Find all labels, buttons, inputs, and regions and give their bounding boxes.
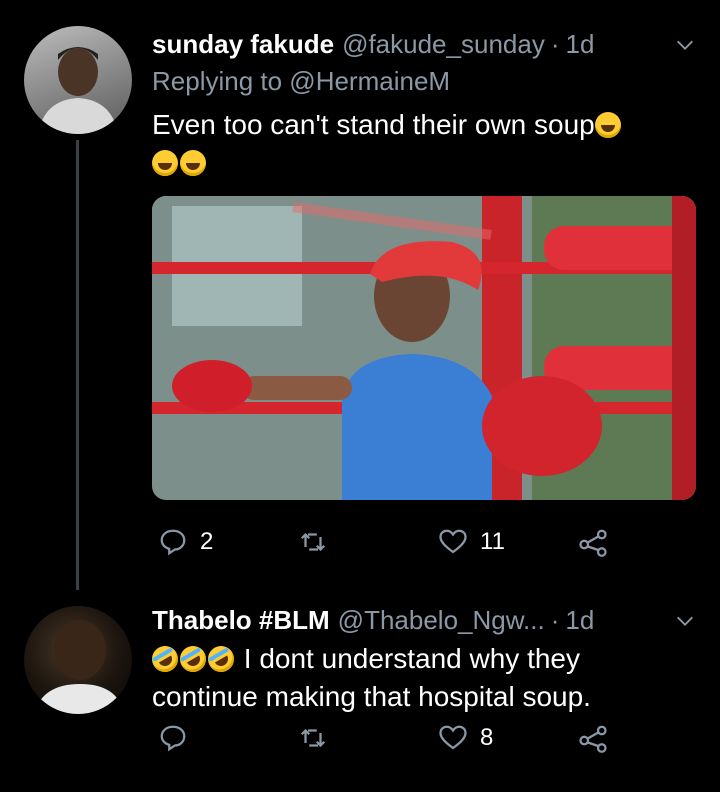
- reply-count: 2: [200, 528, 214, 555]
- share-button[interactable]: [578, 723, 608, 753]
- heart-icon: [439, 725, 467, 750]
- tweet-actions: 2 11: [152, 522, 720, 562]
- like-button[interactable]: 11: [438, 527, 505, 557]
- avatar[interactable]: [24, 606, 132, 714]
- retweet-icon: [300, 728, 326, 748]
- reply-icon: [160, 529, 186, 556]
- tweet-header: Thabelo #BLM @Thabelo_Ngw... · 1d: [152, 602, 720, 638]
- timestamp[interactable]: 1d: [565, 605, 594, 636]
- tweet-2[interactable]: Thabelo #BLM @Thabelo_Ngw... · 1d I dont…: [0, 590, 720, 792]
- reply-button[interactable]: 2: [158, 527, 213, 557]
- reply-button[interactable]: [158, 723, 200, 753]
- grinning-sweat-emoji-icon: [152, 150, 178, 176]
- author-handle[interactable]: @fakude_sunday: [342, 29, 545, 60]
- tweet-text: Even too can't stand their own soup: [152, 106, 672, 182]
- tweet-text: I dont understand why they continue maki…: [147, 640, 672, 716]
- chevron-down-icon[interactable]: [674, 610, 696, 632]
- share-button[interactable]: [578, 527, 608, 557]
- author-handle[interactable]: @Thabelo_Ngw...: [338, 605, 545, 636]
- tweet-image[interactable]: [152, 196, 696, 500]
- like-button[interactable]: 8: [438, 723, 493, 753]
- avatar[interactable]: [24, 26, 132, 134]
- thread-line: [76, 140, 79, 590]
- author-name[interactable]: sunday fakude: [152, 29, 334, 60]
- separator-dot: ·: [550, 28, 560, 59]
- chevron-down-icon[interactable]: [674, 34, 696, 56]
- rofl-emoji-icon: [203, 641, 239, 677]
- tweet-actions: 8: [152, 718, 720, 758]
- grinning-sweat-emoji-icon: [180, 150, 206, 176]
- reply-icon: [160, 725, 186, 752]
- retweet-icon: [300, 532, 326, 552]
- grinning-sweat-emoji-icon: [594, 112, 621, 138]
- heart-icon: [439, 529, 467, 554]
- rofl-emoji-icon: [147, 641, 183, 677]
- share-icon: [579, 529, 607, 557]
- share-icon: [579, 725, 607, 753]
- replying-to[interactable]: Replying to @HermaineM: [152, 66, 450, 97]
- tweet-header: sunday fakude @fakude_sunday · 1d: [152, 26, 720, 62]
- rofl-emoji-icon: [175, 641, 211, 677]
- separator-dot: ·: [550, 604, 560, 635]
- tweet-1[interactable]: sunday fakude @fakude_sunday · 1d Replyi…: [0, 0, 720, 590]
- timestamp[interactable]: 1d: [566, 29, 595, 60]
- tweet-text-content: Even too can't stand their own soup: [152, 109, 595, 140]
- author-name[interactable]: Thabelo #BLM: [152, 605, 330, 636]
- retweet-button[interactable]: [298, 723, 340, 753]
- retweet-button[interactable]: [298, 527, 340, 557]
- like-count: 8: [480, 724, 494, 751]
- like-count: 11: [480, 528, 505, 555]
